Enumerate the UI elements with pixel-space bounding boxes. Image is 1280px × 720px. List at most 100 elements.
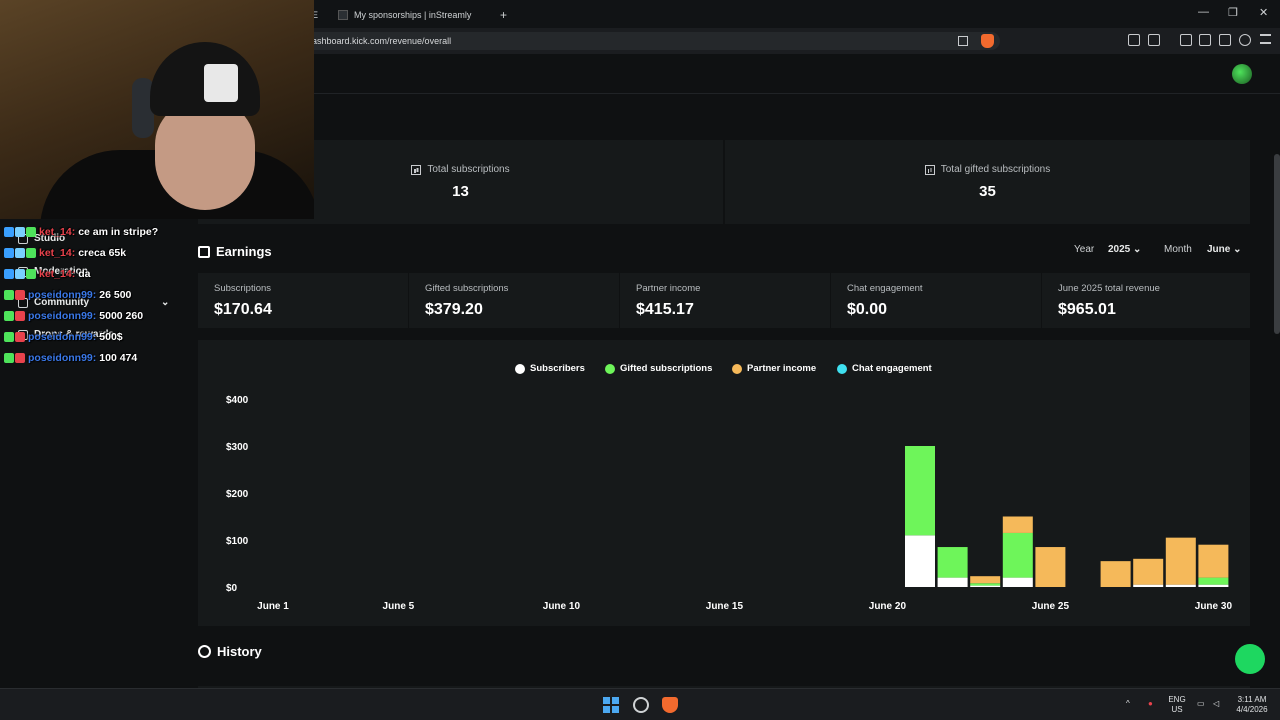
brave-browser-icon[interactable] bbox=[662, 697, 678, 713]
bar-segment-partner-income[interactable] bbox=[970, 576, 1001, 584]
clock-icon bbox=[198, 645, 211, 658]
stat-label: Total subscriptions bbox=[427, 164, 510, 175]
language-code: ENG bbox=[1168, 695, 1186, 704]
bar-segment-gifted-subscriptions[interactable] bbox=[937, 547, 968, 578]
maximize-button[interactable]: ❐ bbox=[1228, 6, 1238, 19]
bar-segment-subscribers[interactable] bbox=[1198, 584, 1229, 587]
chat-badges bbox=[4, 353, 25, 363]
bar-segment-gifted-subscriptions[interactable] bbox=[1002, 532, 1033, 578]
microphone-icon[interactable]: ● bbox=[1148, 699, 1153, 709]
month-select[interactable]: June ⌄ bbox=[1207, 244, 1242, 255]
language-indicator[interactable]: ENG US bbox=[1166, 695, 1188, 715]
earnings-card-label: Chat engagement bbox=[847, 283, 923, 294]
month-label: Month bbox=[1164, 244, 1192, 255]
sidebar-icon[interactable] bbox=[1199, 34, 1211, 46]
bar-segment-subscribers[interactable] bbox=[1165, 584, 1196, 587]
cap-logo bbox=[204, 64, 238, 102]
bar-segment-subscribers[interactable] bbox=[1002, 577, 1033, 587]
streamer-face bbox=[155, 100, 255, 210]
menu-icon[interactable] bbox=[1260, 34, 1271, 44]
brave-shield-icon[interactable] bbox=[981, 34, 994, 48]
windows-start-icon[interactable] bbox=[603, 697, 619, 713]
chat-username[interactable]: ket_14: bbox=[39, 226, 75, 238]
gift-badge-icon bbox=[15, 290, 25, 300]
clock-time: 3:11 AM bbox=[1237, 695, 1267, 704]
year-value: 2025 bbox=[1108, 244, 1131, 255]
y-tick-label: $0 bbox=[226, 583, 238, 594]
chat-text: 500$ bbox=[99, 331, 123, 343]
bar-segment-gifted-subscriptions[interactable] bbox=[970, 583, 1001, 586]
tab-search-icon[interactable] bbox=[1148, 34, 1160, 46]
chart-icon bbox=[411, 164, 422, 175]
chat-message: poseidonn99: 26 500 bbox=[4, 289, 131, 301]
sub-badge-icon bbox=[26, 248, 36, 258]
minimize-button[interactable]: — bbox=[1198, 6, 1209, 18]
extensions-icon[interactable] bbox=[1128, 34, 1140, 46]
chat-username[interactable]: poseidonn99: bbox=[28, 310, 96, 322]
bar-segment-partner-income[interactable] bbox=[1100, 561, 1131, 587]
chat-badges bbox=[4, 269, 36, 279]
bar-segment-subscribers[interactable] bbox=[1133, 584, 1164, 587]
chat-badges bbox=[4, 332, 25, 342]
chart-icon bbox=[924, 164, 935, 175]
chat-message: ket_14: da bbox=[4, 268, 90, 280]
bar-segment-subscribers[interactable] bbox=[937, 577, 968, 587]
earnings-chart: Subscribers Gifted subscriptions Partner… bbox=[198, 340, 1250, 626]
media-icon[interactable] bbox=[1180, 34, 1192, 46]
bar-segment-partner-income[interactable] bbox=[1002, 516, 1033, 533]
chat-badges bbox=[4, 290, 25, 300]
year-label: Year bbox=[1074, 244, 1095, 255]
sub-badge-icon bbox=[26, 269, 36, 279]
chat-username[interactable]: poseidonn99: bbox=[28, 289, 96, 301]
x-tick-label: June 20 bbox=[869, 601, 907, 612]
chat-text: ce am in stripe? bbox=[78, 226, 159, 238]
close-button[interactable]: ✕ bbox=[1259, 6, 1268, 19]
clock[interactable]: 3:11 AM 4/4/2026 bbox=[1230, 695, 1274, 715]
earnings-card-total: June 2025 total revenue $965.01 bbox=[1042, 273, 1250, 328]
gift-badge-icon bbox=[15, 311, 25, 321]
bar-segment-subscribers[interactable] bbox=[905, 535, 935, 587]
chat-message: poseidonn99: 100 474 bbox=[4, 352, 137, 364]
share-icon[interactable] bbox=[958, 36, 968, 46]
chat-message: poseidonn99: 5000 260 bbox=[4, 310, 143, 322]
year-select[interactable]: 2025 ⌄ bbox=[1108, 244, 1141, 255]
chat-username[interactable]: ket_14: bbox=[39, 268, 75, 280]
volume-icon[interactable]: ◁ bbox=[1213, 699, 1219, 709]
help-chat-button[interactable] bbox=[1235, 644, 1265, 674]
chat-username[interactable]: ket_14: bbox=[39, 247, 75, 259]
total-gifted-subscriptions-card: Total gifted subscriptions 35 bbox=[725, 140, 1250, 224]
tray-overflow-icon[interactable]: ^ bbox=[1126, 699, 1130, 709]
gem-badge-icon bbox=[15, 227, 25, 237]
bar-segment-partner-income[interactable] bbox=[1035, 547, 1066, 587]
region-code: US bbox=[1171, 705, 1183, 714]
avatar[interactable] bbox=[1232, 64, 1252, 84]
url-field[interactable]: ashboard.kick.com/revenue/overall bbox=[300, 32, 1000, 50]
earnings-card-label: Partner income bbox=[636, 283, 701, 294]
chat-username[interactable]: poseidonn99: bbox=[28, 352, 96, 364]
earnings-card-value: $965.01 bbox=[1058, 301, 1116, 318]
page-scrollbar[interactable] bbox=[1274, 154, 1280, 334]
bar-segment-subscribers[interactable] bbox=[970, 585, 1001, 587]
bar-segment-partner-income[interactable] bbox=[1133, 558, 1164, 585]
webcam-overlay bbox=[0, 0, 314, 219]
leo-ai-icon[interactable] bbox=[1239, 34, 1251, 46]
favicon-icon bbox=[338, 10, 348, 20]
wallet-icon[interactable] bbox=[1219, 34, 1231, 46]
stat-label: Total gifted subscriptions bbox=[940, 164, 1051, 175]
bar-segment-gifted-subscriptions[interactable] bbox=[905, 446, 935, 536]
browser-tab-active[interactable]: My sponsorships | inStreamly bbox=[338, 4, 498, 26]
sub-badge-icon bbox=[4, 290, 14, 300]
network-icon[interactable]: ▭ bbox=[1197, 699, 1205, 709]
sub-badge-icon bbox=[4, 332, 14, 342]
year-filter: Year bbox=[1074, 244, 1094, 255]
sword-badge-icon bbox=[4, 269, 14, 279]
bar-segment-partner-income[interactable] bbox=[1198, 544, 1229, 578]
new-tab-button[interactable]: + bbox=[500, 4, 507, 26]
tab-title: My sponsorships | inStreamly bbox=[354, 10, 472, 20]
sub-badge-icon bbox=[4, 311, 14, 321]
history-title: History bbox=[217, 644, 262, 659]
bar-segment-partner-income[interactable] bbox=[1165, 537, 1196, 585]
bar-segment-gifted-subscriptions[interactable] bbox=[1198, 577, 1229, 585]
chat-username[interactable]: poseidonn99: bbox=[28, 331, 96, 343]
obs-icon[interactable] bbox=[633, 697, 649, 713]
